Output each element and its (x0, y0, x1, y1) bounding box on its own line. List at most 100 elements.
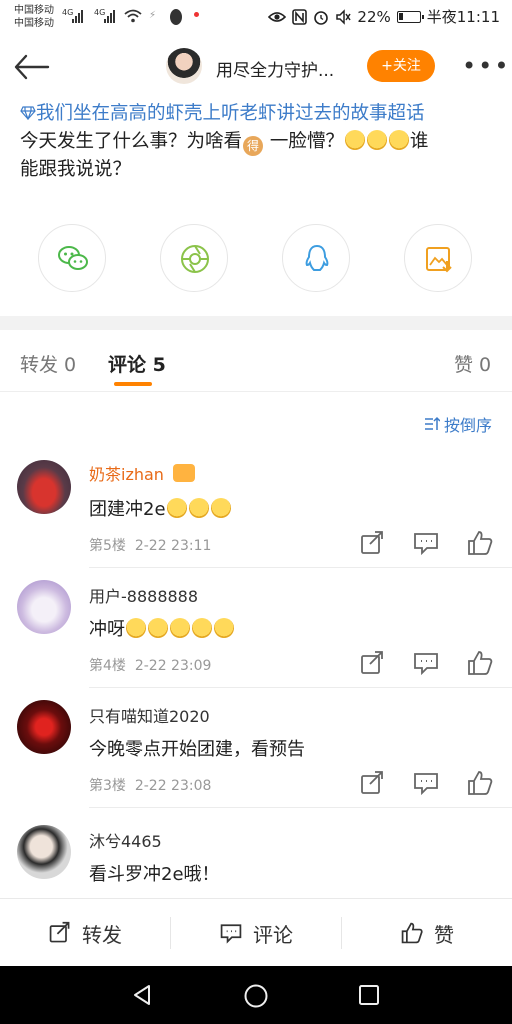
comment-meta: 第4楼 2-22 23:09 (89, 655, 211, 675)
sort-label[interactable]: 按倒序 (444, 412, 492, 436)
commenter-name-text[interactable]: 用户-8888888 (89, 587, 198, 606)
author-avatar[interactable] (166, 48, 202, 84)
like-icon[interactable] (466, 529, 494, 557)
comment-time: 2-22 23:11 (134, 538, 212, 554)
comment-floor: 第3楼 (89, 778, 126, 794)
post-text-2: 一脸懵？ (264, 131, 344, 152)
qq-penguin-icon (305, 244, 329, 271)
topic-link[interactable]: 我们坐在高高的虾壳上听老虾讲过去的故事超话 (20, 100, 500, 128)
commenter-name[interactable]: 只有喵知道2020 (89, 703, 210, 727)
commenter-avatar[interactable] (17, 700, 71, 754)
comment-item: 只有喵知道2020 今晚零点开始团建，看预告 第3楼 2-22 23:08 (0, 695, 512, 815)
comment-item: 沐兮4465 看斗罗冲2e哦！ (0, 818, 512, 898)
like-icon[interactable] (466, 769, 494, 797)
commenter-name-text[interactable]: 沐兮4465 (89, 832, 162, 851)
scream-emoji-icon (210, 498, 231, 518)
comment-time: 2-22 23:08 (134, 778, 212, 794)
vip-crown-icon (173, 464, 196, 482)
comment-button[interactable]: 评论 (171, 899, 341, 967)
like-button[interactable]: 赞 (342, 899, 512, 967)
sort-icon (425, 416, 440, 430)
commenter-avatar[interactable] (17, 460, 71, 514)
comment-floor: 第4楼 (89, 658, 126, 674)
post-text-4: 能跟我说说？ (20, 159, 132, 180)
comment-text: 冲呀 (89, 615, 235, 641)
signal-icon (72, 9, 83, 23)
nav-recents-icon[interactable] (358, 984, 380, 1006)
signal-icon-2 (104, 9, 115, 23)
commenter-name-text[interactable]: 只有喵知道2020 (89, 707, 210, 726)
comment-icon[interactable] (412, 529, 440, 557)
comment-text: 看斗罗冲2e哦！ (89, 860, 220, 886)
confused-emoji-icon (344, 130, 365, 150)
post-text-1: 今天发生了什么事？为啥看 (20, 131, 243, 152)
commenter-name[interactable]: 用户-8888888 (89, 583, 198, 607)
repost-icon[interactable] (358, 529, 386, 557)
commenter-avatar[interactable] (17, 580, 71, 634)
comment-text: 团建冲2e (89, 495, 232, 521)
like-icon[interactable] (466, 649, 494, 677)
carrier-1: 中国移动 (14, 5, 54, 16)
shocked-emoji-icon (192, 618, 212, 638)
clock: 半夜11:11 (426, 8, 500, 26)
share-wechat-button[interactable] (38, 224, 106, 292)
carrier-info: 中国移动 中国移动 (14, 4, 54, 30)
commenter-name[interactable]: 奶茶izhan (89, 461, 196, 485)
share-qq-button[interactable] (282, 224, 350, 292)
share-moments-button[interactable] (160, 224, 228, 292)
tab-repost[interactable]: 转发 0 (20, 350, 76, 377)
comment-icon[interactable] (412, 769, 440, 797)
comment-time: 2-22 23:09 (134, 658, 212, 674)
comment-meta: 第3楼 2-22 23:08 (89, 775, 211, 795)
save-image-button[interactable] (404, 224, 472, 292)
notification-dot (194, 12, 199, 17)
comment-text-content: 看斗罗冲2e哦！ (89, 864, 220, 885)
back-arrow-icon[interactable] (12, 50, 52, 84)
commenter-name-text[interactable]: 奶茶izhan (89, 465, 164, 484)
repost-icon[interactable] (358, 769, 386, 797)
tab-comments[interactable]: 评论 5 (108, 350, 166, 377)
scream-emoji-icon (166, 498, 187, 518)
author-name[interactable]: 用尽全力守护... (216, 56, 334, 81)
comment-divider (89, 687, 512, 688)
de-badge-icon: 得 (243, 136, 264, 156)
app-header: 用尽全力守护... +关注 ••• (0, 36, 512, 98)
status-right: 22% 半夜11:11 (268, 6, 500, 27)
commenter-avatar[interactable] (17, 825, 71, 879)
system-nav-bar (0, 966, 512, 1024)
repost-icon[interactable] (358, 649, 386, 677)
confused-emoji-icon (388, 130, 409, 150)
nav-back-icon[interactable] (130, 983, 154, 1007)
more-options-icon[interactable]: ••• (462, 52, 508, 82)
commenter-name[interactable]: 沐兮4465 (89, 828, 162, 852)
shocked-emoji-icon (126, 618, 146, 638)
sort-toggle[interactable]: 按倒序 (424, 412, 492, 436)
camera-aperture-icon (181, 245, 209, 273)
topic-text[interactable]: 我们坐在高高的虾壳上听老虾讲过去的故事超话 (36, 103, 425, 124)
comment-divider (89, 807, 512, 808)
comment-icon[interactable] (412, 649, 440, 677)
comment-item: 用户-8888888 冲呀 第4楼 2-22 23:09 (0, 575, 512, 695)
like-icon (401, 922, 423, 944)
comment-meta: 第5楼 2-22 23:11 (89, 535, 211, 555)
like-label: 赞 (434, 922, 454, 947)
wechat-icon (58, 246, 88, 270)
confused-emoji-icon (366, 130, 387, 150)
nfc-icon (292, 8, 308, 25)
diamond-icon (20, 106, 36, 121)
mute-icon (336, 8, 352, 25)
comment-text: 今晚零点开始团建，看预告 (89, 735, 305, 761)
nav-home-icon[interactable] (243, 983, 269, 1009)
carrier-2: 中国移动 (14, 18, 54, 29)
tab-bar: 转发 0 评论 5 赞 0 (0, 330, 512, 392)
battery-level-fill (398, 12, 403, 20)
post-body: 今天发生了什么事？为啥看得 一脸懵？ 谁 能跟我说说？ (20, 128, 500, 184)
comment-item: 奶茶izhan 团建冲2e 第5楼 2-22 23:11 (0, 455, 512, 575)
active-tab-indicator (114, 382, 152, 386)
comment-text-content: 冲呀 (89, 619, 125, 640)
follow-button[interactable]: +关注 (367, 50, 435, 82)
repost-button[interactable]: 转发 (0, 899, 170, 967)
comment-text-content: 团建冲2e (89, 499, 166, 520)
comment-floor: 第5楼 (89, 538, 126, 554)
tab-likes[interactable]: 赞 0 (454, 350, 491, 377)
